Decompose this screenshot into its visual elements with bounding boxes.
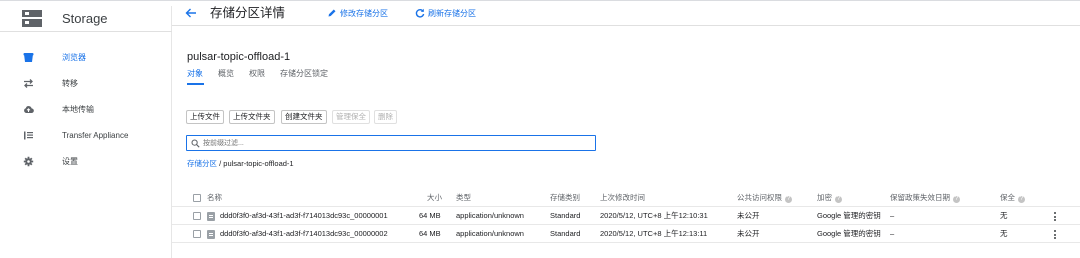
manage-holds-button[interactable]: 管理保全 [332, 110, 370, 124]
object-type: application/unknown [456, 229, 524, 238]
object-size: 64 MB [419, 211, 441, 220]
search-icon [191, 139, 200, 148]
col-encryption-header: 加密? [817, 189, 842, 207]
bucket-name: pulsar-topic-offload-1 [187, 51, 291, 63]
object-public-access: 未公开 [737, 229, 760, 238]
page-header: 存储分区详情 修改存储分区 刷新存储分区 [172, 0, 1080, 26]
object-encryption: Google 管理的密钥 [817, 211, 881, 220]
object-storage-class: Standard [550, 229, 581, 238]
create-folder-button[interactable]: 创建文件夹 [281, 110, 327, 124]
col-retention-header: 保留政策失效日期? [890, 189, 960, 207]
table-row[interactable]: ddd0f3f0-af3d-43f1-ad3f-f714013dc93c_000… [172, 207, 1080, 225]
col-public-access-label[interactable]: 公共访问权限 [737, 193, 782, 202]
file-icon [207, 212, 215, 221]
sidebar-item-local-transfer[interactable]: 本地传输 [0, 97, 172, 123]
object-type: application/unknown [456, 211, 524, 220]
edit-bucket-label: 修改存储分区 [340, 9, 388, 18]
upload-files-button[interactable]: 上传文件 [186, 110, 224, 124]
appliance-icon [24, 131, 33, 140]
delete-button[interactable]: 删除 [374, 110, 397, 124]
col-encryption-label[interactable]: 加密 [817, 193, 832, 202]
tab-overview[interactable]: 概览 [218, 68, 234, 80]
help-icon[interactable]: ? [835, 196, 842, 203]
sidebar-item-label: 转移 [62, 79, 78, 88]
object-name-link[interactable]: ddd0f3f0-af3d-43f1-ad3f-f714013dc93c_000… [220, 225, 388, 243]
breadcrumb-current: pulsar-topic-offload-1 [223, 159, 294, 168]
breadcrumb: 存储分区 / pulsar-topic-offload-1 [187, 159, 294, 169]
object-modified: 2020/5/12, UTC+8 上午12:10:31 [600, 211, 708, 220]
row-checkbox[interactable] [193, 212, 201, 220]
refresh-bucket-label: 刷新存储分区 [428, 9, 476, 18]
sidebar-item-label: 设置 [62, 157, 78, 166]
sidebar-nav: 浏览器 转移 本地传输 Transfer Appliance 设置 [0, 45, 172, 175]
tab-permissions[interactable]: 权限 [249, 68, 265, 80]
col-public-access-header: 公共访问权限? [737, 189, 792, 207]
transfer-icon [24, 79, 33, 88]
row-checkbox[interactable] [193, 230, 201, 238]
select-all-checkbox[interactable] [193, 194, 201, 202]
col-retention-label[interactable]: 保留政策失效日期 [890, 193, 950, 202]
cloud-upload-icon [24, 106, 34, 114]
object-retention: – [890, 211, 895, 220]
gear-icon [23, 156, 34, 167]
active-tab-indicator [187, 83, 204, 85]
col-hold-header: 保全? [1000, 189, 1025, 207]
sidebar-item-browser[interactable]: 浏览器 [0, 45, 172, 71]
col-type-header[interactable]: 类型 [456, 189, 471, 207]
tab-objects[interactable]: 对象 [187, 68, 203, 80]
col-hold-label[interactable]: 保全 [1000, 193, 1015, 202]
refresh-bucket-button[interactable]: 刷新存储分区 [415, 7, 495, 20]
help-icon[interactable]: ? [785, 196, 792, 203]
page-title: 存储分区详情 [210, 6, 286, 20]
tab-bucket-lock[interactable]: 存储分区锁定 [280, 68, 328, 80]
object-modified: 2020/5/12, UTC+8 上午12:13:11 [600, 229, 708, 238]
file-icon [207, 230, 215, 239]
sidebar-item-transfer[interactable]: 转移 [0, 71, 172, 97]
objects-table: 名称 大小 类型 存储类别 上次修改时间 公共访问权限? 加密? 保留政策失效日… [172, 189, 1080, 243]
edit-bucket-button[interactable]: 修改存储分区 [327, 7, 407, 20]
object-public-access: 未公开 [737, 211, 760, 220]
sidebar-item-label: 浏览器 [62, 53, 86, 62]
sidebar-item-label: Transfer Appliance [62, 131, 129, 140]
sidebar: Storage 浏览器 转移 本地传输 Transfer Appliance 设… [0, 6, 172, 258]
help-icon[interactable]: ? [953, 196, 960, 203]
table-row[interactable]: ddd0f3f0-af3d-43f1-ad3f-f714013dc93c_000… [172, 225, 1080, 243]
object-retention: – [890, 229, 895, 238]
filter-box [186, 135, 596, 151]
col-modified-header[interactable]: 上次修改时间 [600, 189, 645, 207]
sidebar-item-label: 本地传输 [62, 105, 94, 114]
refresh-icon [415, 8, 425, 18]
sidebar-item-transfer-appliance[interactable]: Transfer Appliance [0, 123, 172, 149]
pencil-icon [328, 9, 336, 17]
prefix-filter-input[interactable] [203, 137, 588, 149]
main-content: pulsar-topic-offload-1 对象 概览 权限 存储分区锁定 上… [172, 26, 1080, 252]
object-hold: 无 [1000, 211, 1008, 220]
object-size: 64 MB [419, 229, 441, 238]
breadcrumb-separator: / [219, 159, 222, 168]
object-name-link[interactable]: ddd0f3f0-af3d-43f1-ad3f-f714013dc93c_000… [220, 207, 388, 225]
object-hold: 无 [1000, 229, 1008, 238]
more-options-icon[interactable] [1054, 212, 1057, 221]
storage-icon [22, 10, 42, 27]
col-name-header[interactable]: 名称 [207, 189, 222, 207]
object-storage-class: Standard [550, 211, 581, 220]
breadcrumb-root-link[interactable]: 存储分区 [187, 159, 217, 168]
product-title: Storage [62, 11, 108, 26]
object-encryption: Google 管理的密钥 [817, 229, 881, 238]
product-header: Storage [0, 6, 172, 32]
col-storage-class-header[interactable]: 存储类别 [550, 189, 580, 207]
upload-folder-button[interactable]: 上传文件夹 [229, 110, 275, 124]
back-arrow-icon[interactable] [184, 6, 198, 20]
table-header-row: 名称 大小 类型 存储类别 上次修改时间 公共访问权限? 加密? 保留政策失效日… [172, 189, 1080, 207]
sidebar-item-settings[interactable]: 设置 [0, 149, 172, 175]
help-icon[interactable]: ? [1018, 196, 1025, 203]
col-size-header[interactable]: 大小 [427, 189, 442, 207]
more-options-icon[interactable] [1054, 230, 1057, 239]
bucket-icon [23, 53, 34, 62]
